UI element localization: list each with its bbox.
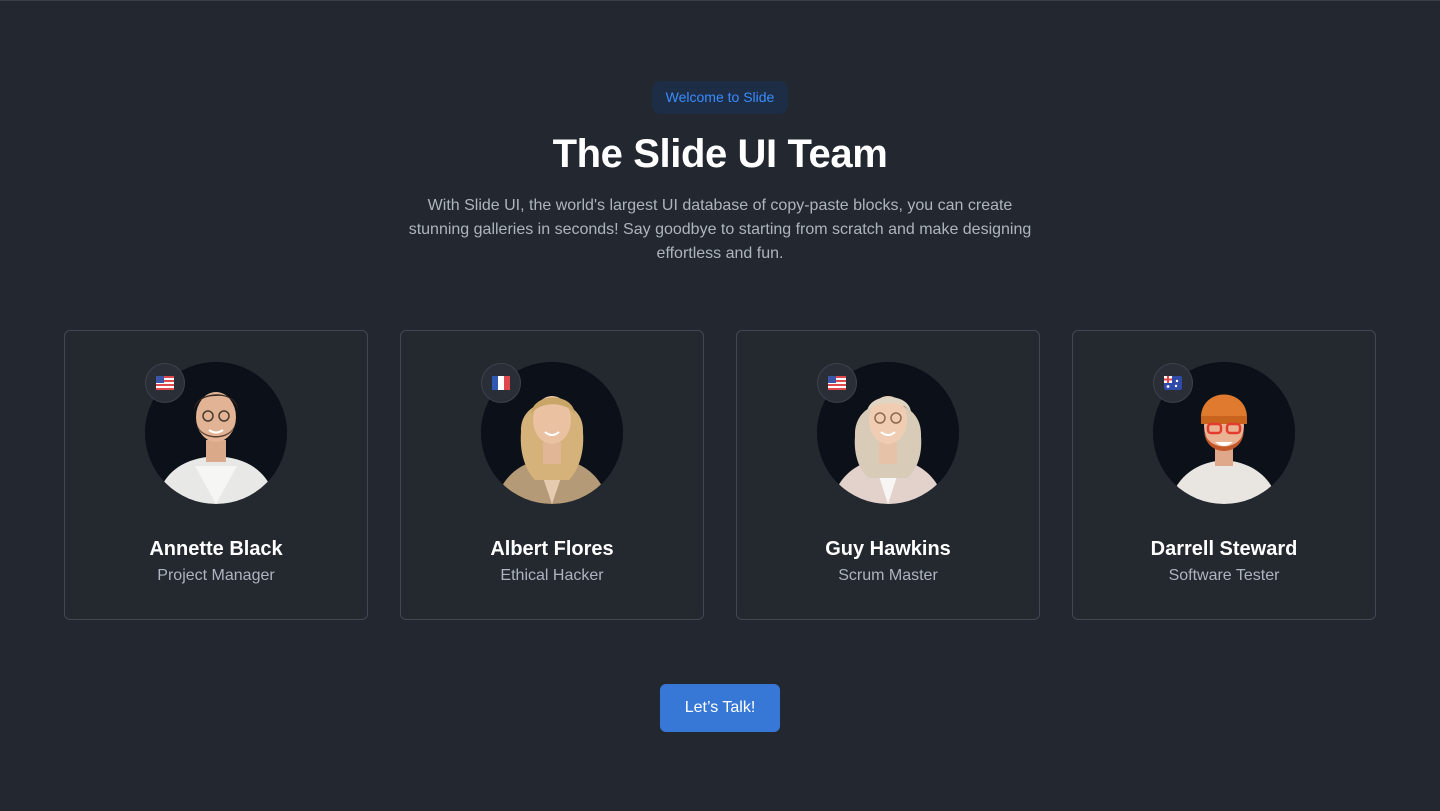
page-title: The Slide UI Team bbox=[552, 132, 888, 176]
welcome-badge: Welcome to Slide bbox=[652, 81, 788, 114]
team-card-albert-flores: Albert Flores Ethical Hacker bbox=[400, 330, 704, 620]
team-cards: Annette Black Project Manager Albert Flo… bbox=[64, 330, 1376, 620]
member-role: Ethical Hacker bbox=[500, 567, 604, 584]
member-name: Darrell Steward bbox=[1150, 538, 1298, 560]
member-name: Annette Black bbox=[149, 538, 283, 560]
us-flag-icon bbox=[145, 363, 185, 403]
team-card-darrell-steward: Darrell Steward Software Tester bbox=[1072, 330, 1376, 620]
member-role: Scrum Master bbox=[838, 567, 938, 584]
us-flag-icon bbox=[817, 363, 857, 403]
france-flag-icon bbox=[481, 363, 521, 403]
member-role: Software Tester bbox=[1168, 567, 1280, 584]
member-role: Project Manager bbox=[157, 567, 275, 584]
member-name: Albert Flores bbox=[490, 538, 614, 560]
page-description: With Slide UI, the world's largest UI da… bbox=[408, 197, 1032, 262]
member-name: Guy Hawkins bbox=[825, 538, 951, 560]
team-section: Welcome to Slide The Slide UI Team With … bbox=[0, 0, 1440, 811]
team-card-annette-black: Annette Black Project Manager bbox=[64, 330, 368, 620]
lets-talk-button[interactable]: Let’s Talk! bbox=[660, 684, 780, 732]
team-card-guy-hawkins: Guy Hawkins Scrum Master bbox=[736, 330, 1040, 620]
australia-flag-icon bbox=[1153, 363, 1193, 403]
